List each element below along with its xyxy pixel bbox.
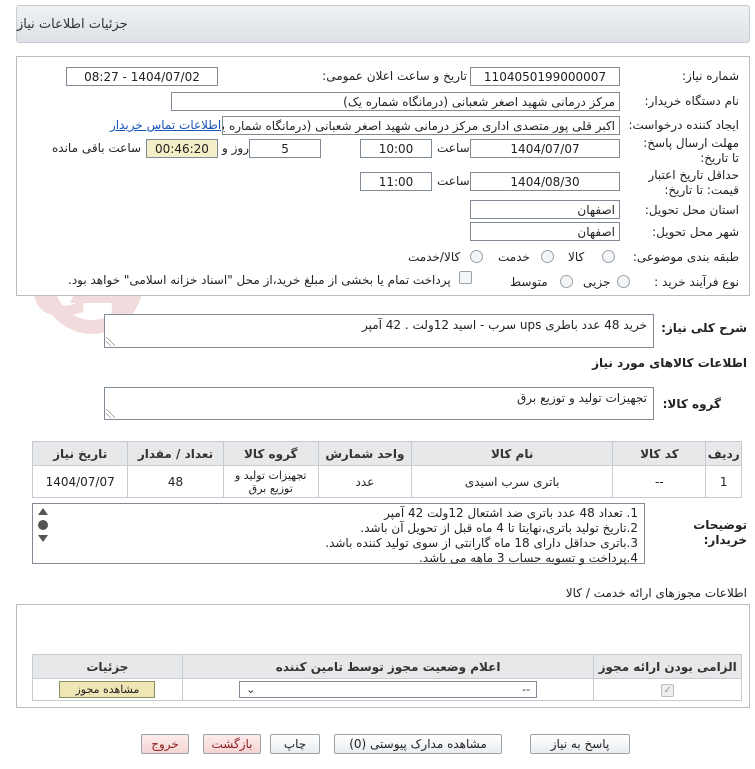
goods-group-text: تجهیزات تولید و توزیع برق [517,391,647,405]
category-both-label: کالا/خدمت [408,250,461,264]
city-label: شهر محل تحویل: [652,225,739,239]
summary-textarea[interactable]: خرید 48 عدد باطری ups سرب - اسید 12ولت .… [104,314,654,348]
treasury-payment-checkbox[interactable] [459,271,472,284]
page-title: جزئيات اطلاعات نياز [17,16,128,32]
required-checkbox-checked-icon: ✓ [661,684,675,697]
scroll-thumb-icon[interactable] [38,520,48,530]
header-index: ردیف [705,441,742,466]
cell-unit: عدد [317,465,412,498]
remaining-time-label: ساعت باقی مانده [52,141,142,155]
header-permit-details: جزئیات [32,654,183,679]
process-radio-minor[interactable] [617,275,630,288]
need-number-label: شماره نیاز: [682,69,739,83]
province-label: استان محل تحویل: [644,203,739,217]
deadline-date-field[interactable]: 1404/07/07 [470,139,620,158]
permits-table: الزامی بودن ارائه مجوز اعلام وضعیت مجوز … [32,654,742,701]
goods-table-header: ردیف کد کالا نام کالا واحد شمارش گروه کا… [31,441,742,466]
announce-label: تاریخ و ساعت اعلان عمومی: [322,69,467,83]
permits-section-title: اطلاعات مجوزهای ارائه خدمت / کالا [565,586,747,600]
header-name: نام کالا [410,441,614,466]
process-label: نوع فرآیند خرید : [654,275,739,289]
page-header: جزئيات اطلاعات نياز [16,5,750,43]
buyer-note-line: 1. تعداد 48 عدد باتری ضد اشتعال 12ولت 42… [384,506,638,520]
permits-table-header: الزامی بودن ارائه مجوز اعلام وضعیت مجوز … [32,654,742,679]
buyer-note-line: 3.باتری حداقل دارای 18 ماه گارانتی از سو… [325,536,638,550]
process-minor-label: جزیی [583,275,611,289]
city-field[interactable]: اصفهان [470,222,620,241]
process-medium-label: متوسط [510,275,548,289]
permit-status-value: -- [522,683,531,696]
attachments-button[interactable]: مشاهده مدارک پیوستی (0) [334,734,502,754]
goods-table: ردیف کد کالا نام کالا واحد شمارش گروه کا… [31,441,742,498]
creator-field[interactable]: اکبر قلی پور متصدی اداری مرکز درمانی شهی… [222,116,620,135]
cell-code: -- [612,465,707,498]
print-button[interactable]: چاپ [270,734,320,754]
creator-label: ایجاد کننده درخواست: [628,118,739,132]
back-button[interactable]: بازگشت [203,734,261,754]
scroll-down-icon[interactable] [38,535,48,542]
cell-name: باتری سرب اسیدی [410,465,614,498]
header-permit-required: الزامی بودن ارائه مجوز [593,654,742,679]
cell-date: 1404/07/07 [31,465,129,498]
table-row[interactable]: 1 -- باتری سرب اسیدی عدد تجهیزات تولید و… [31,465,742,498]
category-label: طبقه بندی موضوعی: [632,250,739,264]
treasury-payment-note: پرداخت تمام یا بخشی از مبلغ خرید،از محل … [68,273,451,287]
header-date: تاریخ نیاز [31,441,129,466]
notes-scroll-control[interactable] [37,508,49,542]
header-unit: واحد شمارش [317,441,412,466]
process-radio-medium[interactable] [560,275,573,288]
validity-time-field[interactable]: 11:00 [360,172,432,191]
view-permit-button[interactable]: مشاهده مجوز [59,681,156,698]
cell-qty: 48 [127,465,224,498]
validity-date-field[interactable]: 1404/08/30 [470,172,620,191]
category-radio-goods[interactable] [602,250,615,263]
buyer-org-field[interactable]: مرکز درمانی شهید اصغر شعبانی (درمانگاه ش… [171,92,620,111]
announce-datetime-field[interactable]: 1404/07/02 - 08:27 [66,67,218,86]
permit-status-select[interactable]: ⌄ -- [239,681,538,698]
cell-group: تجهیزات تولید و توزیع برق [222,465,319,498]
category-radio-both[interactable] [470,250,483,263]
exit-button[interactable]: خروج [141,734,189,754]
cell-permit-details: مشاهده مجوز [32,678,183,701]
header-code: کد کالا [612,441,707,466]
validity-label: حداقل تاریخ اعتبار قیمت: تا تاریخ: [648,168,739,197]
buyer-note-line: 2.تاریخ تولید باتری،نهایتا تا 4 ماه قبل … [360,521,638,535]
summary-label: شرح کلی نیاز: [661,321,747,335]
buyer-contact-link[interactable]: اطلاعات تماس خریدار [110,118,221,132]
buyer-notes-box[interactable]: 1. تعداد 48 عدد باتری ضد اشتعال 12ولت 42… [32,503,645,565]
remaining-time-field: 00:46:20 [146,139,218,158]
province-field[interactable]: اصفهان [470,200,620,219]
header-permit-status: اعلام وضعیت مجوز توسط تامین کننده [181,654,595,679]
category-goods-label: کالا [568,250,585,264]
summary-text: خرید 48 عدد باطری ups سرب - اسید 12ولت .… [361,318,647,332]
category-radio-service[interactable] [541,250,554,263]
resize-handle[interactable] [106,337,115,346]
deadline-time-label: ساعت [437,141,470,155]
days-field[interactable]: 5 [249,139,321,158]
cell-permit-required: ✓ [593,678,742,701]
buyer-notes-label: توضیحات خریدار: [693,518,747,547]
days-label: روز و [222,141,249,155]
cell-index: 1 [705,465,742,498]
scroll-up-icon[interactable] [38,508,48,515]
table-row[interactable]: ✓ ⌄ -- مشاهده مجوز [32,678,742,701]
reply-button[interactable]: پاسخ به نیاز [530,734,630,754]
resize-handle[interactable] [106,409,115,418]
cell-permit-status: ⌄ -- [181,678,595,701]
goods-section-title: اطلاعات کالاهای مورد نیاز [592,356,747,370]
goods-group-textarea[interactable]: تجهیزات تولید و توزیع برق [104,387,654,420]
deadline-label: مهلت ارسال پاسخ: تا تاریخ: [643,136,739,165]
need-number-field[interactable]: 1104050199000007 [470,67,620,86]
goods-group-label: گروه کالا: [662,397,721,411]
buyer-org-label: نام دستگاه خریدار: [644,94,740,108]
buyer-note-line: 4.پرداخت و تسویه حساب 3 ماهه می باشد. [419,551,638,565]
header-qty: تعداد / مقدار [127,441,224,466]
chevron-down-icon: ⌄ [246,683,256,696]
category-service-label: خدمت [498,250,530,264]
deadline-time-field[interactable]: 10:00 [360,139,432,158]
header-group: گروه کالا [222,441,319,466]
validity-time-label: ساعت [437,174,470,188]
